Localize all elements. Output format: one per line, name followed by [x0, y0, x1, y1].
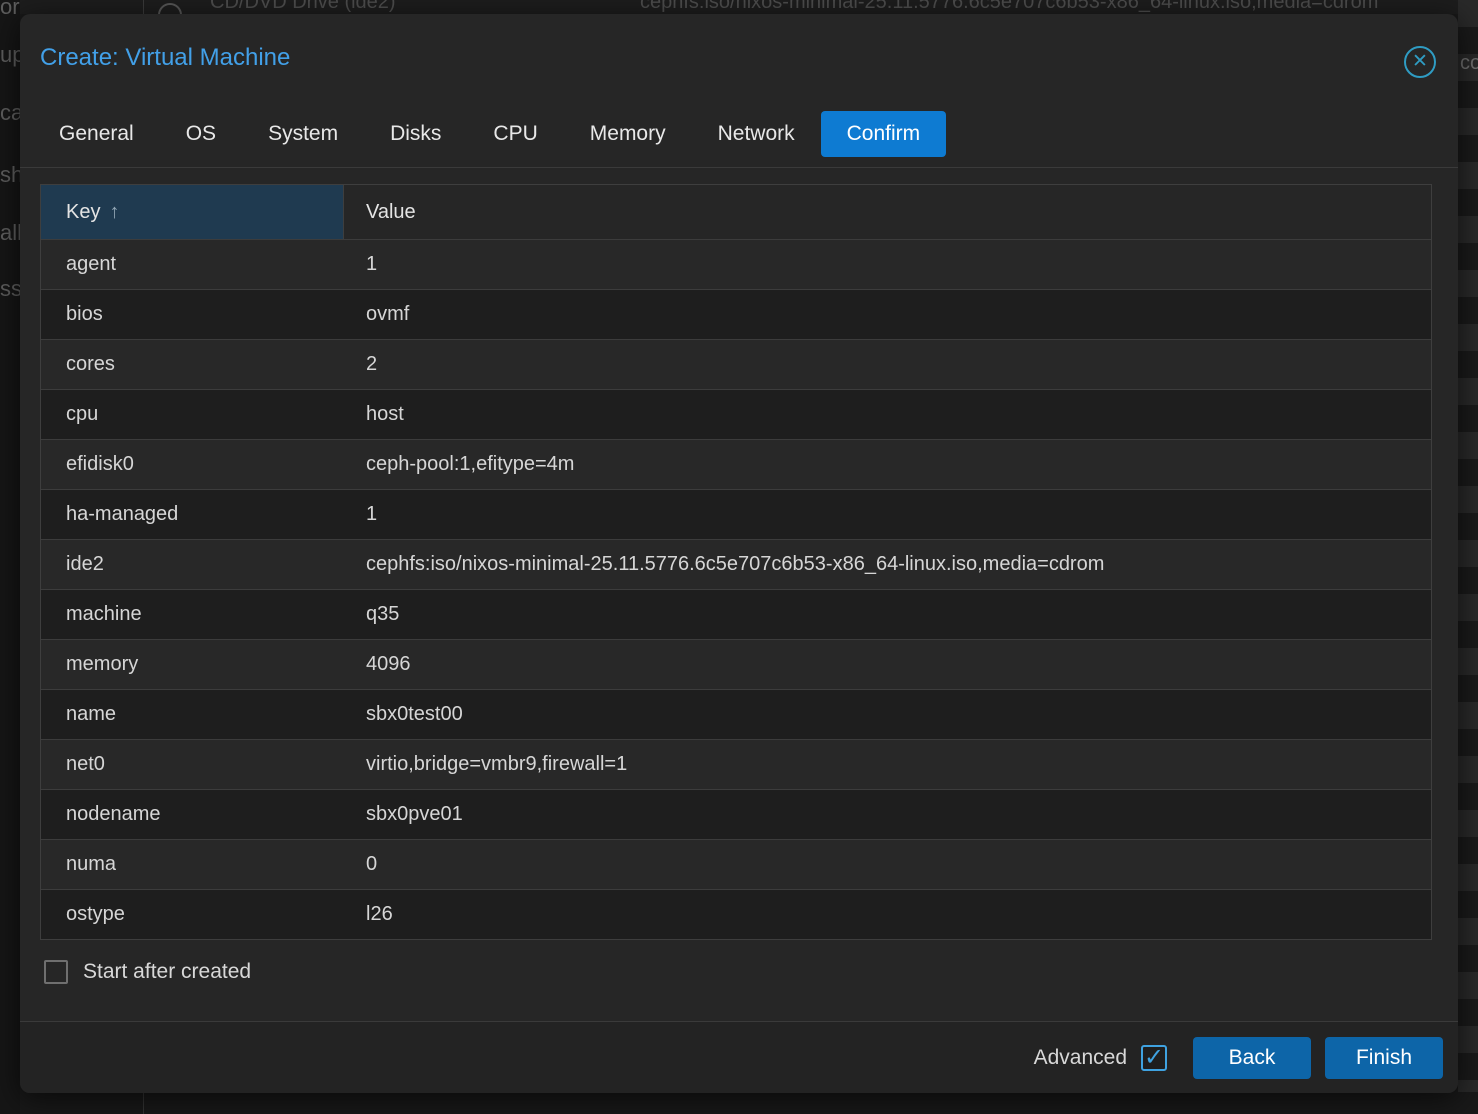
row-value: sbx0test00 [344, 690, 1431, 739]
table-row[interactable]: numa0 [41, 839, 1431, 889]
background-text-fragment: or [0, 0, 20, 20]
row-value: 1 [344, 490, 1431, 539]
tab-confirm[interactable]: Confirm [821, 111, 947, 157]
row-key: cores [41, 340, 344, 389]
close-icon[interactable]: ✕ [1404, 46, 1436, 78]
row-key: machine [41, 590, 344, 639]
tab-network[interactable]: Network [692, 111, 821, 157]
row-key: name [41, 690, 344, 739]
row-key: bios [41, 290, 344, 339]
start-after-created-option[interactable]: Start after created [44, 960, 251, 984]
tab-disks[interactable]: Disks [364, 111, 467, 157]
tab-cpu[interactable]: CPU [467, 111, 563, 157]
table-row[interactable]: ha-managed1 [41, 489, 1431, 539]
row-value: ovmf [344, 290, 1431, 339]
tab-system[interactable]: System [242, 111, 364, 157]
background-text-fragment: ca [0, 100, 20, 126]
key-header-label: Key [66, 201, 100, 224]
row-key: numa [41, 840, 344, 889]
row-value: 4096 [344, 640, 1431, 689]
create-vm-dialog: Create: Virtual Machine ✕ GeneralOSSyste… [20, 14, 1458, 1093]
background-text-fragment: ss [0, 276, 20, 302]
radio-button-icon [158, 3, 182, 14]
row-value: 2 [344, 340, 1431, 389]
row-key: agent [41, 240, 344, 289]
tab-bar: GeneralOSSystemDisksCPUMemoryNetworkConf… [33, 111, 946, 157]
background-bottom-edge [20, 1092, 1478, 1114]
background-right-edge: co [1458, 0, 1478, 1114]
row-key: net0 [41, 740, 344, 789]
row-value: 0 [344, 840, 1431, 889]
column-header-value[interactable]: Value [344, 185, 1431, 239]
background-text-fragment: CD/DVD Drive (ide2) [210, 0, 396, 14]
row-value: ceph-pool:1,efitype=4m [344, 440, 1431, 489]
background-divider [143, 1092, 144, 1114]
row-key: ha-managed [41, 490, 344, 539]
table-row[interactable]: machineq35 [41, 589, 1431, 639]
kv-table-body: agent1biosovmfcores2cpuhostefidisk0ceph-… [41, 239, 1431, 939]
row-key: efidisk0 [41, 440, 344, 489]
divider [20, 167, 1458, 168]
background-text-fragment: up [0, 42, 20, 68]
table-row[interactable]: biosovmf [41, 289, 1431, 339]
table-row[interactable]: namesbx0test00 [41, 689, 1431, 739]
row-value: sbx0pve01 [344, 790, 1431, 839]
table-row[interactable]: cores2 [41, 339, 1431, 389]
row-key: ide2 [41, 540, 344, 589]
table-row[interactable]: efidisk0ceph-pool:1,efitype=4m [41, 439, 1431, 489]
table-row[interactable]: ide2cephfs:iso/nixos-minimal-25.11.5776.… [41, 539, 1431, 589]
column-header-key[interactable]: Key ↑ [41, 185, 344, 239]
dialog-title: Create: Virtual Machine [40, 44, 290, 72]
tab-general[interactable]: General [33, 111, 160, 157]
row-value: 1 [344, 240, 1431, 289]
tab-os[interactable]: OS [160, 111, 242, 157]
background-text-fragment: sh [0, 162, 20, 188]
row-key: ostype [41, 890, 344, 939]
tab-memory[interactable]: Memory [564, 111, 692, 157]
start-after-created-label: Start after created [83, 960, 251, 984]
row-value: q35 [344, 590, 1431, 639]
table-row[interactable]: agent1 [41, 239, 1431, 289]
background-text-fragment: co [1460, 52, 1478, 75]
row-key: cpu [41, 390, 344, 439]
dialog-footer: Advanced ✓ Back Finish [20, 1021, 1458, 1093]
table-row[interactable]: memory4096 [41, 639, 1431, 689]
background-top-row: CD/DVD Drive (ide2) cephfs:iso/nixos-mini… [20, 0, 1478, 14]
back-button[interactable]: Back [1193, 1037, 1311, 1079]
table-row[interactable]: ostypel26 [41, 889, 1431, 939]
row-value: l26 [344, 890, 1431, 939]
start-after-created-checkbox[interactable] [44, 960, 68, 984]
row-key: memory [41, 640, 344, 689]
background-text-fragment: cephfs:iso/nixos-minimal-25.11.5776.6c5e… [640, 0, 1378, 14]
table-row[interactable]: net0virtio,bridge=vmbr9,firewall=1 [41, 739, 1431, 789]
advanced-label: Advanced [1034, 1046, 1127, 1070]
table-header-row: Key ↑ Value [41, 185, 1431, 239]
confirm-settings-table: Key ↑ Value agent1biosovmfcores2cpuhoste… [40, 184, 1432, 940]
table-row[interactable]: nodenamesbx0pve01 [41, 789, 1431, 839]
advanced-checkbox[interactable]: ✓ [1141, 1045, 1167, 1071]
sort-ascending-icon: ↑ [109, 201, 119, 224]
row-value: virtio,bridge=vmbr9,firewall=1 [344, 740, 1431, 789]
table-row[interactable]: cpuhost [41, 389, 1431, 439]
background-sidebar-edge: or up ca sh all ss [0, 0, 20, 1114]
row-value: host [344, 390, 1431, 439]
value-header-label: Value [366, 201, 416, 224]
finish-button[interactable]: Finish [1325, 1037, 1443, 1079]
background-text-fragment: all [0, 220, 20, 246]
row-key: nodename [41, 790, 344, 839]
background-divider [143, 0, 144, 14]
row-value: cephfs:iso/nixos-minimal-25.11.5776.6c5e… [344, 540, 1431, 589]
